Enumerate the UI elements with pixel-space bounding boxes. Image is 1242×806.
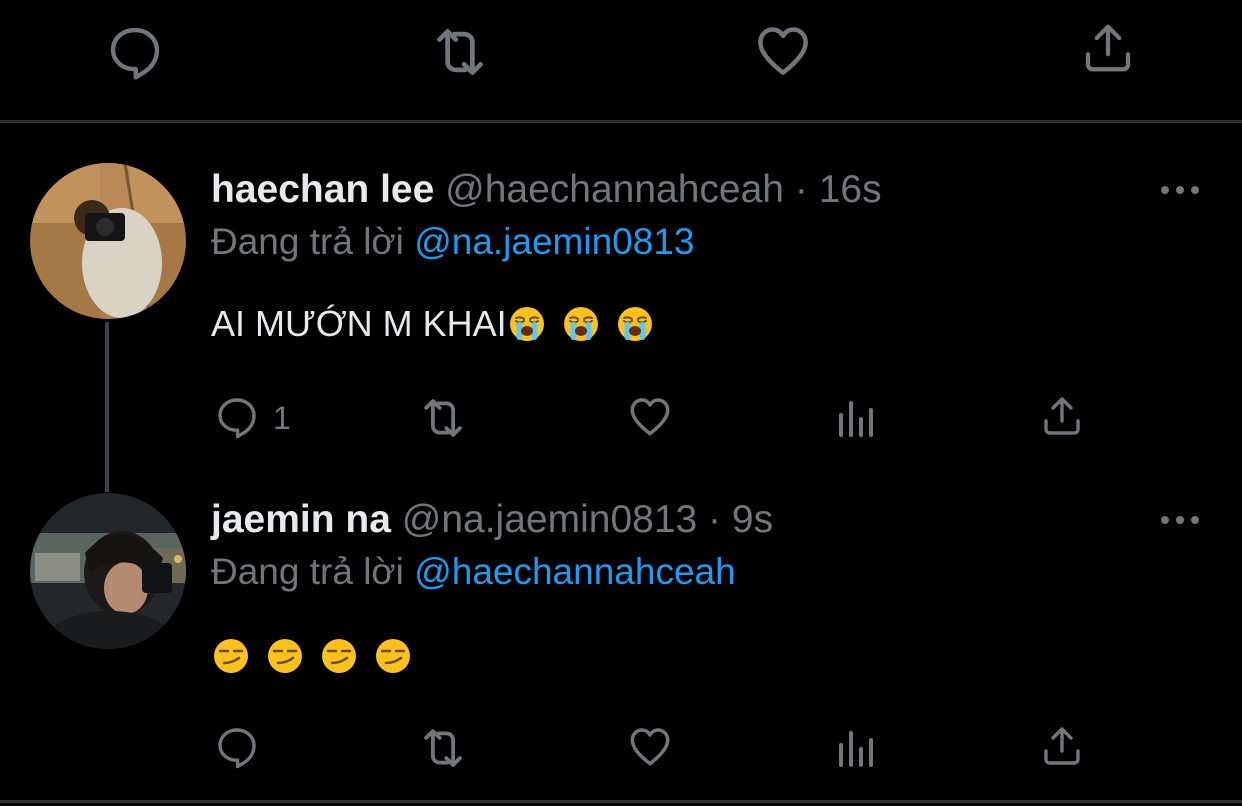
tweet-text: AI MƯỚN M KHAI bbox=[211, 299, 655, 349]
reply-icon[interactable] bbox=[213, 393, 261, 441]
like-icon[interactable] bbox=[625, 721, 675, 771]
tweet-header: jaemin na @na.jaemin0813 · 9s bbox=[211, 495, 773, 545]
smirking-face-emoji bbox=[319, 636, 359, 676]
replying-to-label: Đang trả lời bbox=[211, 221, 404, 262]
timestamp[interactable]: 16s bbox=[819, 168, 882, 211]
reply-count: 1 bbox=[273, 400, 291, 436]
share-icon[interactable] bbox=[1038, 722, 1086, 770]
replying-to: Đang trả lời @haechannahceah bbox=[211, 547, 736, 597]
smirking-face-emoji bbox=[211, 636, 251, 676]
reply-icon[interactable] bbox=[104, 21, 166, 83]
retweet-icon[interactable] bbox=[416, 721, 470, 775]
retweet-icon[interactable] bbox=[427, 19, 493, 85]
thread-connector bbox=[105, 322, 109, 492]
share-icon[interactable] bbox=[1078, 18, 1138, 78]
separator-dot: · bbox=[794, 168, 808, 211]
reply-icon[interactable] bbox=[213, 723, 261, 771]
smirking-face-emoji bbox=[265, 636, 305, 676]
user-handle[interactable]: @haechannahceah bbox=[445, 168, 784, 211]
display-name[interactable]: jaemin na bbox=[211, 498, 391, 541]
avatar[interactable] bbox=[30, 163, 186, 319]
analytics-icon[interactable] bbox=[832, 724, 880, 772]
tweet-text-content: AI MƯỚN M KHAI bbox=[211, 303, 507, 344]
loudly-crying-face-emoji bbox=[561, 304, 601, 344]
like-icon[interactable] bbox=[625, 391, 675, 441]
avatar[interactable] bbox=[30, 493, 186, 649]
user-handle[interactable]: @na.jaemin0813 bbox=[402, 498, 697, 541]
mention-link[interactable]: @haechannahceah bbox=[414, 551, 736, 592]
replying-to-label: Đang trả lời bbox=[211, 551, 404, 592]
retweet-icon[interactable] bbox=[416, 391, 470, 445]
smirking-face-emoji bbox=[373, 636, 413, 676]
mention-link[interactable]: @na.jaemin0813 bbox=[414, 221, 694, 262]
more-options-icon[interactable] bbox=[1160, 183, 1200, 197]
more-options-icon[interactable] bbox=[1160, 513, 1200, 527]
tweet-divider bbox=[0, 800, 1242, 803]
display-name[interactable]: haechan lee bbox=[211, 168, 434, 211]
like-icon[interactable] bbox=[751, 18, 815, 82]
share-icon[interactable] bbox=[1038, 392, 1086, 440]
tweet-text bbox=[211, 631, 413, 681]
loudly-crying-face-emoji bbox=[615, 304, 655, 344]
loudly-crying-face-emoji bbox=[507, 304, 547, 344]
analytics-icon[interactable] bbox=[832, 394, 880, 442]
timestamp[interactable]: 9s bbox=[732, 498, 773, 541]
tweet-header: haechan lee @haechannahceah · 16s bbox=[211, 165, 882, 215]
separator-dot: · bbox=[708, 498, 722, 541]
tweet-divider bbox=[0, 120, 1242, 123]
replying-to: Đang trả lời @na.jaemin0813 bbox=[211, 217, 695, 267]
